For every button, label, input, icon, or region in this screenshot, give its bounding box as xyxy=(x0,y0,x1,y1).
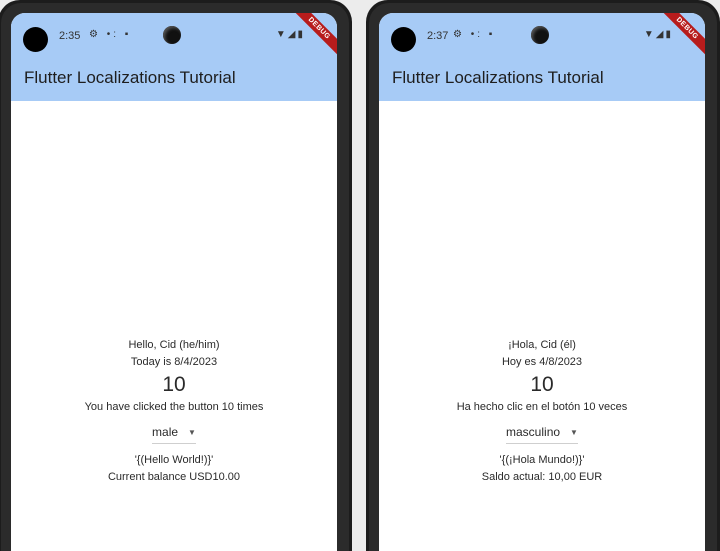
status-bar: 2:37 ⚙ •: ▪ ▼◢▮ DEBUG xyxy=(379,13,705,61)
camera-cutout xyxy=(23,27,48,52)
app-bar: 2:35 ⚙ •: ▪ ▼◢▮ DEBUG Flutter Localizati… xyxy=(11,13,337,101)
notification-icons: ⚙ •: ▪ xyxy=(453,29,496,40)
app-bar: 2:37 ⚙ •: ▪ ▼◢▮ DEBUG Flutter Localizati… xyxy=(379,13,705,101)
status-time: 2:35 xyxy=(59,30,81,42)
phone-screen: 2:37 ⚙ •: ▪ ▼◢▮ DEBUG Flutter Localizati… xyxy=(379,13,705,551)
app-title: Flutter Localizations Tutorial xyxy=(392,68,604,87)
triangle-down-icon: ▼ xyxy=(570,428,578,437)
date-text: Hoy es 4/8/2023 xyxy=(501,356,583,368)
phone-screen: 2:35 ⚙ •: ▪ ▼◢▮ DEBUG Flutter Localizati… xyxy=(11,13,337,551)
counter-value: 10 xyxy=(162,373,186,396)
wifi-signal-battery-icon: ▼◢▮ xyxy=(275,29,305,40)
date-text: Today is 8/4/2023 xyxy=(130,356,218,368)
content-area: ¡Hola, Cid (él) Hoy es 4/8/2023 10 Ha he… xyxy=(379,337,705,486)
balance-text: Current balance USD10.00 xyxy=(107,471,241,483)
wifi-signal-battery-icon: ▼◢▮ xyxy=(643,29,673,40)
balance-text: Saldo actual: 10,00 EUR xyxy=(481,471,603,483)
dropdown-value: masculino xyxy=(506,425,561,439)
hello-world-text: '{(Hello World!)}' xyxy=(134,454,214,466)
front-camera xyxy=(163,26,181,44)
clicked-text: You have clicked the button 10 times xyxy=(84,401,264,413)
gender-dropdown[interactable]: masculino ▼ xyxy=(506,425,578,444)
dropdown-value: male xyxy=(152,425,179,439)
status-time: 2:37 xyxy=(427,30,449,42)
greeting-text: Hello, Cid (he/him) xyxy=(128,339,220,351)
content-area: Hello, Cid (he/him) Today is 8/4/2023 10… xyxy=(11,337,337,486)
greeting-text: ¡Hola, Cid (él) xyxy=(508,339,576,351)
hello-world-text: '{(¡Hola Mundo!)}' xyxy=(499,454,585,466)
counter-value: 10 xyxy=(530,373,554,396)
notification-icons: ⚙ •: ▪ xyxy=(89,29,132,40)
triangle-down-icon: ▼ xyxy=(188,428,196,437)
gender-dropdown[interactable]: male ▼ xyxy=(152,425,196,444)
front-camera xyxy=(531,26,549,44)
phone-spanish: 2:37 ⚙ •: ▪ ▼◢▮ DEBUG Flutter Localizati… xyxy=(366,0,720,551)
status-bar: 2:35 ⚙ •: ▪ ▼◢▮ DEBUG xyxy=(11,13,337,61)
camera-cutout xyxy=(391,27,416,52)
clicked-text: Ha hecho clic en el botón 10 veces xyxy=(456,401,628,413)
app-title: Flutter Localizations Tutorial xyxy=(24,68,236,87)
phone-english: 2:35 ⚙ •: ▪ ▼◢▮ DEBUG Flutter Localizati… xyxy=(0,0,352,551)
